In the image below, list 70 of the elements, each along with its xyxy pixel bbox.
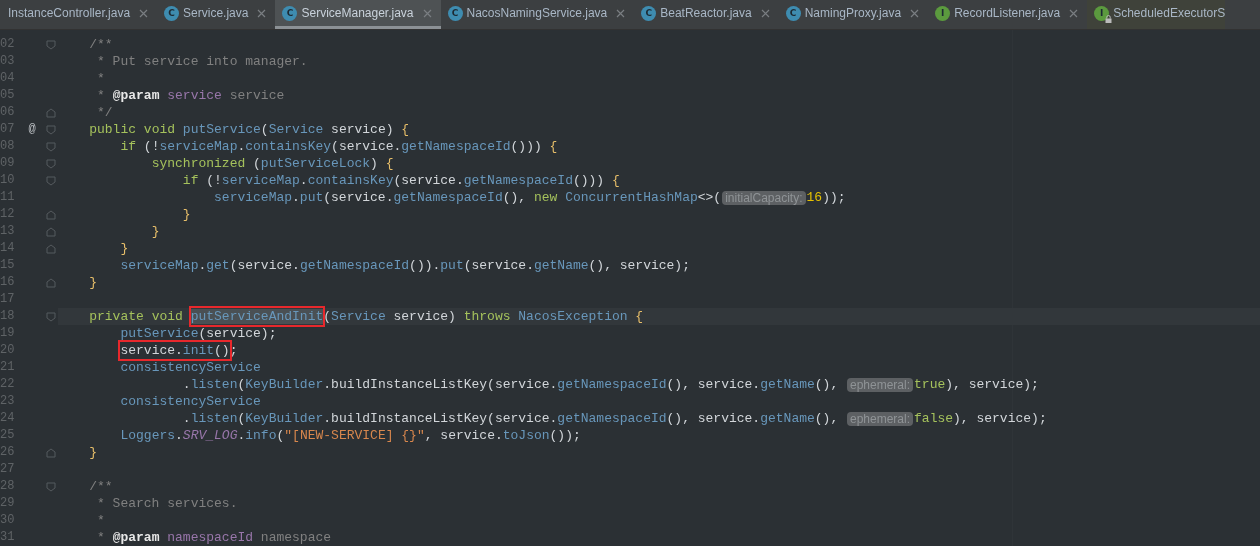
- close-icon[interactable]: [257, 8, 267, 18]
- editor-tab[interactable]: C ServiceManager.java: [275, 0, 441, 29]
- code-text: }: [151, 223, 160, 240]
- code-text: }: [120, 240, 129, 257]
- code-text: * Put service into manager.: [97, 53, 308, 70]
- code-text: Loggers.SRV_LOG.info("[NEW-SERVICE] {}", service.toJson());: [120, 427, 581, 444]
- annotation-box: service.init(): [120, 342, 230, 359]
- close-icon[interactable]: [616, 8, 626, 18]
- class-icon: C: [447, 5, 463, 21]
- code-text: /**: [89, 36, 113, 53]
- code-text: * @param namespaceId namespace: [97, 529, 332, 546]
- editor-tab[interactable]: C Service.java: [157, 0, 276, 29]
- fold-icon[interactable]: [46, 312, 56, 322]
- close-icon[interactable]: [910, 8, 920, 18]
- code-text: (Service service) throws NacosException {: [323, 308, 644, 325]
- editor-tab[interactable]: C BeatReactor.java: [634, 0, 779, 29]
- code-text: .listen(KeyBuilder.buildInstanceListKey(service.getNamespaceId(), service.getName(),: [182, 376, 840, 393]
- close-icon[interactable]: [1069, 8, 1079, 18]
- editor-tab[interactable]: InstanceController.java: [0, 0, 158, 29]
- tab-label: InstanceController.java: [8, 6, 131, 20]
- code-text: consistencyService: [120, 359, 261, 376]
- selection-highlight: putServiceAndInit: [190, 309, 324, 324]
- code-text: 16));: [806, 189, 846, 206]
- interface-icon: I: [1094, 5, 1110, 21]
- override-marker[interactable]: @: [22, 121, 42, 138]
- tab-label: BeatReactor.java: [660, 6, 752, 20]
- code-text: }: [182, 206, 191, 223]
- fold-icon[interactable]: [46, 278, 56, 288]
- editor-tab[interactable]: C NamingProxy.java: [778, 0, 929, 29]
- editor-tab[interactable]: C NacosNamingService.java: [440, 0, 635, 29]
- tab-label: ServiceManager.java: [301, 6, 414, 20]
- code-text: private void: [89, 308, 184, 325]
- code-text: public void putService(Service service) {: [89, 121, 410, 138]
- editor-tab[interactable]: I ScheduledExecutorS: [1087, 0, 1226, 29]
- close-icon[interactable]: [139, 8, 149, 18]
- class-icon: C: [164, 5, 180, 21]
- fold-icon[interactable]: [46, 482, 56, 492]
- tab-label: NamingProxy.java: [804, 6, 902, 20]
- tab-label: NacosNamingService.java: [466, 6, 608, 20]
- code-text: synchronized (putServiceLock) {: [151, 155, 394, 172]
- code-text: serviceMap.put(service.getNamespaceId(), new ConcurrentHashMap<>(: [214, 189, 722, 206]
- code-text: *: [97, 512, 105, 529]
- code-text: *: [97, 70, 105, 87]
- code-text: */: [97, 104, 113, 121]
- code-text: * @param service service: [97, 87, 285, 104]
- code-text: /**: [89, 478, 113, 495]
- code-text: ;: [229, 342, 238, 359]
- code-text: true), service);: [914, 376, 1039, 393]
- code-text: if (!serviceMap.containsKey(service.getNamespaceId())) {: [182, 172, 620, 189]
- code-text: false), service);: [914, 410, 1047, 427]
- code-text: }: [89, 444, 98, 461]
- class-icon: C: [641, 5, 657, 21]
- code-text: .listen(KeyBuilder.buildInstanceListKey(service.getNamespaceId(), service.getName(),: [182, 410, 840, 427]
- code-text: consistencyService: [120, 393, 261, 410]
- code-text: * Search services.: [97, 495, 238, 512]
- fold-icon[interactable]: [46, 448, 56, 458]
- class-icon: C: [785, 5, 801, 21]
- tab-label: Service.java: [183, 6, 249, 20]
- code-text: putService(service);: [120, 325, 277, 342]
- class-icon: C: [282, 5, 298, 21]
- interface-icon: I: [935, 5, 951, 21]
- close-icon[interactable]: [760, 8, 770, 18]
- editor-tab[interactable]: I RecordListener.java: [928, 0, 1088, 29]
- code-text: }: [89, 274, 98, 291]
- fold-icon[interactable]: [46, 40, 56, 50]
- close-icon[interactable]: [422, 8, 432, 18]
- tab-label: ScheduledExecutorS: [1113, 6, 1226, 20]
- code-text: serviceMap.get(service.getNamespaceId()).put(service.getName(), service);: [120, 257, 690, 274]
- tab-label: RecordListener.java: [954, 6, 1061, 20]
- code-text: if (!serviceMap.containsKey(service.getNamespaceId())) {: [120, 138, 558, 155]
